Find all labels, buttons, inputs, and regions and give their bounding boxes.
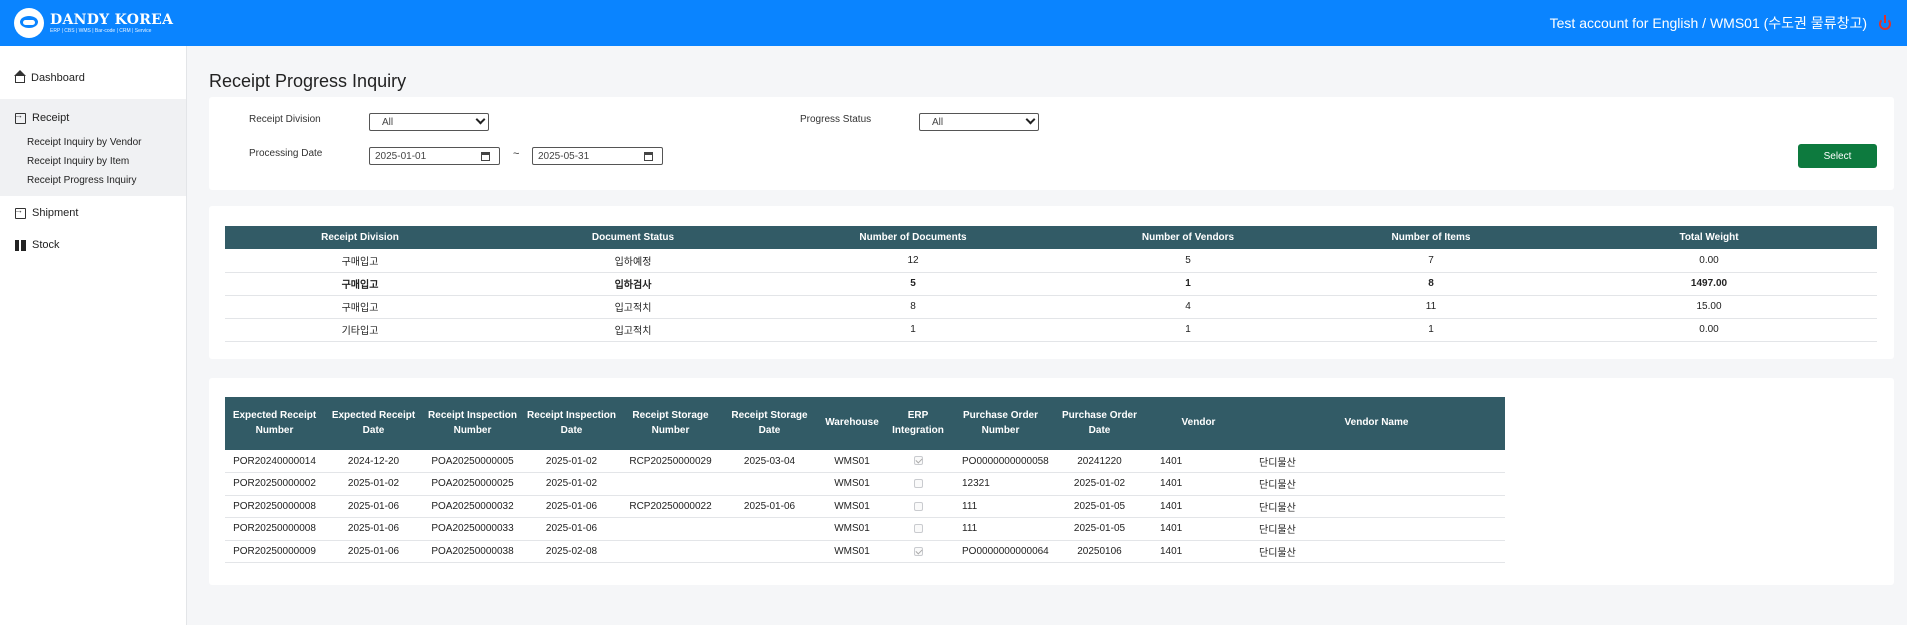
shipment-icon	[14, 205, 26, 219]
col-header[interactable]: Vendor	[1149, 397, 1248, 450]
calendar-icon[interactable]	[644, 152, 653, 161]
date-to-input[interactable]: 2025-05-31	[532, 147, 663, 165]
erp-integration-checkbox[interactable]	[913, 524, 923, 534]
logo[interactable]: DANDY KOREA ERP | CBS | WMS | Bar-code |…	[14, 8, 173, 38]
sidebar-subitem-receipt-by-vendor[interactable]: Receipt Inquiry by Vendor	[0, 133, 186, 152]
col-header[interactable]: Receipt Storage Number	[621, 397, 720, 450]
receipt-icon	[14, 110, 26, 124]
sidebar: Dashboard Receipt Receipt Inquiry by Ven…	[0, 46, 187, 625]
col-header[interactable]: Receipt Inspection Date	[522, 397, 621, 450]
receipt-division-label: Receipt Division	[249, 114, 321, 125]
col-header[interactable]: Receipt Storage Date	[720, 397, 819, 450]
chevron-down-icon	[1025, 114, 1036, 125]
page-title: Receipt Progress Inquiry	[209, 71, 407, 91]
date-range-separator: ~	[513, 148, 520, 160]
sidebar-subitem-receipt-progress[interactable]: Receipt Progress Inquiry	[0, 171, 186, 190]
stock-icon	[15, 239, 26, 251]
table-row[interactable]: 구매입고 입하검사 5 1 8 1497.00	[225, 272, 1877, 296]
progress-status-select[interactable]: All	[919, 113, 1039, 131]
top-header: DANDY KOREA ERP | CBS | WMS | Bar-code |…	[0, 0, 1907, 46]
power-icon[interactable]	[1877, 15, 1893, 31]
calendar-icon[interactable]	[481, 152, 490, 161]
detail-header-row: Expected Receipt Number Expected Receipt…	[225, 397, 1505, 450]
col-header[interactable]: Total Weight	[1541, 226, 1877, 249]
erp-integration-checkbox[interactable]	[913, 479, 923, 489]
col-header[interactable]: Number of Vendors	[1055, 226, 1321, 249]
erp-integration-checkbox[interactable]	[913, 501, 923, 511]
col-header[interactable]: Number of Items	[1321, 226, 1541, 249]
table-row[interactable]: POR20250000002 2025-01-02 POA20250000025…	[225, 472, 1505, 496]
table-row[interactable]: POR20250000009 2025-01-06 POA20250000038…	[225, 540, 1505, 563]
col-header[interactable]: Vendor Name	[1248, 397, 1505, 450]
table-row[interactable]: POR20240000014 2024-12-20 POA20250000005…	[225, 450, 1505, 473]
progress-status-label: Progress Status	[800, 114, 872, 125]
col-header[interactable]: Purchase Order Number	[951, 397, 1050, 450]
date-from-input[interactable]: 2025-01-01	[369, 147, 500, 165]
table-row[interactable]: 구매입고 입고적치 8 4 11 15.00	[225, 295, 1877, 319]
table-row[interactable]: 구매입고 입하예정 12 5 7 0.00	[225, 249, 1877, 273]
home-icon	[14, 70, 26, 83]
account-label: Test account for English / WMS01 (수도권 물류…	[1549, 15, 1867, 31]
receipt-division-select[interactable]: All	[369, 113, 489, 131]
col-header[interactable]: ERP Integration	[885, 397, 951, 450]
col-header[interactable]: Warehouse	[819, 397, 885, 450]
select-button[interactable]: Select	[1798, 144, 1877, 168]
summary-table: Receipt Division Document Status Number …	[225, 226, 1877, 342]
col-header[interactable]: Receipt Inspection Number	[423, 397, 522, 450]
col-header[interactable]: Document Status	[495, 226, 771, 249]
logo-icon	[14, 8, 44, 38]
table-row[interactable]: POR20250000008 2025-01-06 POA20250000033…	[225, 517, 1505, 541]
sidebar-item-stock[interactable]: Stock	[0, 234, 186, 256]
sidebar-item-shipment[interactable]: Shipment	[0, 202, 186, 224]
logo-name: DANDY KOREA	[50, 11, 174, 28]
col-header[interactable]: Expected Receipt Date	[324, 397, 423, 450]
sidebar-item-receipt[interactable]: Receipt	[0, 107, 186, 129]
erp-integration-checkbox[interactable]	[913, 546, 923, 556]
sidebar-group-receipt: Receipt Receipt Inquiry by Vendor Receip…	[0, 99, 186, 196]
processing-date-label: Processing Date	[249, 148, 323, 159]
erp-integration-checkbox[interactable]	[913, 456, 923, 466]
sidebar-item-dashboard[interactable]: Dashboard	[0, 67, 186, 89]
summary-header-row: Receipt Division Document Status Number …	[225, 226, 1877, 249]
col-header[interactable]: Expected Receipt Number	[225, 397, 324, 450]
col-header[interactable]: Receipt Division	[225, 226, 495, 249]
table-row[interactable]: 기타입고 입고적치 1 1 1 0.00	[225, 318, 1877, 342]
chevron-down-icon	[475, 114, 486, 125]
col-header[interactable]: Number of Documents	[771, 226, 1055, 249]
detail-table: Expected Receipt Number Expected Receipt…	[225, 397, 1505, 563]
filter-panel	[209, 97, 1894, 190]
sidebar-subitem-receipt-by-item[interactable]: Receipt Inquiry by Item	[0, 152, 186, 171]
table-row[interactable]: POR20250000008 2025-01-06 POA20250000032…	[225, 495, 1505, 518]
logo-tagline: ERP | CBS | WMS | Bar-code | CRM | Servi…	[50, 27, 152, 34]
col-header[interactable]: Purchase Order Date	[1050, 397, 1149, 450]
